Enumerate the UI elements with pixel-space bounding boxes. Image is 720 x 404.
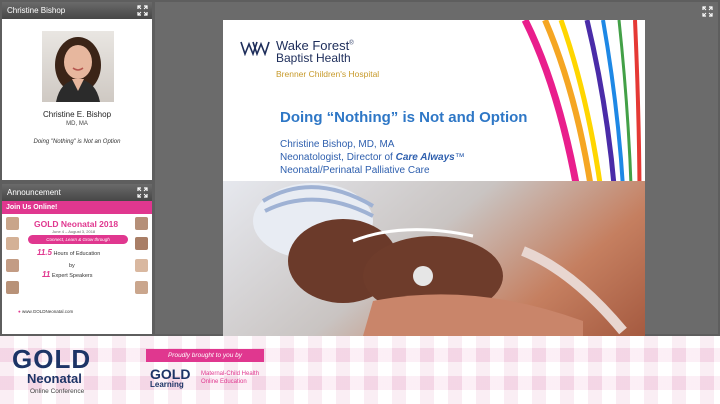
- speaker-panel-body: Christine E. Bishop MD, MA Doing "Nothin…: [2, 19, 152, 180]
- slide-viewer: Wake Forest® Baptist Health Brenner Chil…: [155, 2, 718, 336]
- speaker-thumbnail: [6, 281, 19, 294]
- expand-icon[interactable]: [137, 5, 148, 16]
- ad-url-text: www.GOLDNeonatal.com: [21, 309, 74, 314]
- speaker-credentials: MD, MA: [66, 121, 88, 127]
- neonatal-label: Neonatal: [27, 371, 82, 386]
- ad-tagline: Connect, Learn & Grow through: [28, 235, 128, 244]
- announcement-ad[interactable]: Join Us Online! GOLD Neonatal 2018 June …: [2, 201, 152, 334]
- learning-label: Learning: [150, 380, 184, 389]
- speaker-name: Christine E. Bishop: [42, 110, 112, 119]
- ad-by: by: [69, 263, 75, 269]
- ad-hours: 11.5 Hours of Education: [37, 248, 100, 257]
- speakers-text: Expert Speakers: [51, 273, 93, 279]
- brand-hospital: Brenner Children's Hospital: [276, 69, 380, 79]
- expand-icon[interactable]: [137, 187, 148, 198]
- gold-learning-description: Maternal-Child Health Online Education: [201, 371, 260, 385]
- speakers-number: 11: [42, 270, 51, 279]
- ad-dates: June 4 – August 3, 2018: [52, 229, 96, 234]
- hours-number: 11.5: [37, 248, 52, 257]
- ad-banner: Join Us Online!: [2, 201, 152, 214]
- hours-text: Hours of Education: [53, 251, 101, 257]
- brand-subname: Baptist Health: [276, 51, 351, 65]
- talk-title: Doing "Nothing" is Not an Option: [33, 139, 121, 145]
- speaker-panel-header: Christine Bishop: [2, 2, 152, 19]
- slide-title: Doing “Nothing” is Not and Option: [280, 109, 528, 126]
- speaker-thumbnail: [135, 237, 148, 250]
- wake-forest-logo-icon: [240, 41, 270, 56]
- ad-url[interactable]: ● www.GOLDNeonatal.com: [18, 309, 73, 314]
- globe-icon: ●: [18, 309, 21, 314]
- speaker-thumbnail: [135, 259, 148, 272]
- footer-banner: [0, 336, 720, 404]
- announcement-panel: Announcement Join Us Online! GOLD Neonat…: [2, 184, 152, 334]
- brought-by-banner: Proudly brought to you by: [146, 349, 264, 362]
- slide-presenter: Christine Bishop, MD, MA: [280, 139, 395, 150]
- speaker-thumbnail: [6, 237, 19, 250]
- ad-speakers: 11 Expert Speakers: [42, 270, 93, 279]
- slide-canvas: Wake Forest® Baptist Health Brenner Chil…: [223, 20, 645, 336]
- speaker-thumbnail: [6, 217, 19, 230]
- announcement-panel-title: Announcement: [7, 188, 61, 197]
- online-conference-label: Online Conference: [30, 388, 85, 395]
- speaker-thumbnail: [6, 259, 19, 272]
- speaker-thumbnail: [135, 281, 148, 294]
- slide-role: Neonatologist, Director of Care Always™: [280, 152, 465, 163]
- slide-department: Neonatal/Perinatal Palliative Care: [280, 165, 430, 176]
- speaker-photo: [42, 31, 114, 102]
- footer-pattern: [0, 336, 720, 404]
- announcement-panel-header: Announcement: [2, 184, 152, 201]
- speaker-panel-title: Christine Bishop: [7, 6, 66, 15]
- expand-icon[interactable]: [702, 6, 713, 17]
- speaker-thumbnail: [135, 217, 148, 230]
- ad-event-title: GOLD Neonatal 2018: [34, 219, 119, 229]
- slide-photo: [223, 181, 645, 336]
- speaker-panel: Christine Bishop Christine E. Bishop MD,…: [2, 2, 152, 180]
